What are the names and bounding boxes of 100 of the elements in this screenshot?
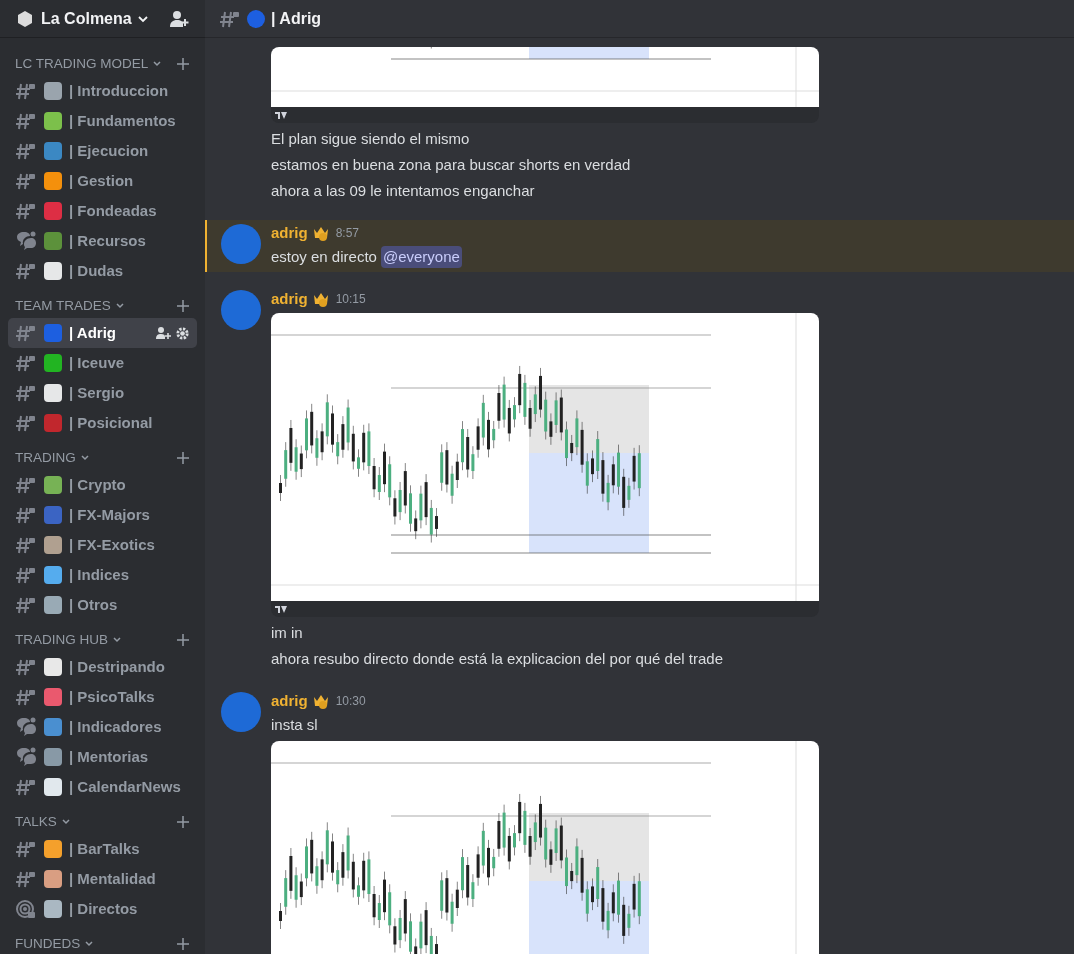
add-channel-icon[interactable] <box>177 938 189 950</box>
channel-item[interactable]: | Introduccion <box>8 76 197 106</box>
channel-item[interactable]: | Fondeadas <box>8 196 197 226</box>
add-channel-icon[interactable] <box>177 816 189 828</box>
chevron-down-icon <box>112 636 122 644</box>
chevron-down-icon <box>152 60 163 68</box>
channel-item[interactable]: | Posicional <box>8 408 197 438</box>
invite-icon[interactable] <box>155 326 171 340</box>
message-text: im in <box>271 622 303 643</box>
channel-item[interactable]: | Sergio <box>8 378 197 408</box>
chevron-down-icon <box>114 302 125 310</box>
channel-item[interactable]: | Directos <box>8 894 197 924</box>
add-member-icon[interactable] <box>169 9 189 28</box>
chart-screenshot[interactable] <box>271 313 819 601</box>
category-name[interactable]: TALKS <box>15 811 57 833</box>
channel-name: | Destripando <box>69 656 165 677</box>
author-name[interactable]: adrig <box>271 221 308 245</box>
channel-name: | FX-Exotics <box>69 534 155 555</box>
chevron-down-icon <box>79 454 90 462</box>
hashtag-icon <box>15 595 37 615</box>
hashtag-icon <box>15 261 37 281</box>
message-text: insta sl <box>271 714 318 735</box>
chart-screenshot[interactable] <box>271 741 819 954</box>
channel-item[interactable]: | PsicoTalks <box>8 682 197 712</box>
hashtag-icon <box>15 171 37 191</box>
add-channel-icon[interactable] <box>177 634 189 646</box>
hashtag-icon <box>15 141 37 161</box>
channel-title: | Adrig <box>271 8 322 29</box>
category-name[interactable]: LC TRADING MODEL <box>15 53 149 75</box>
hashtag-icon <box>15 201 37 221</box>
avatar[interactable] <box>221 692 261 732</box>
author-name[interactable]: adrig <box>271 287 308 311</box>
channel-name: | Indicadores <box>69 716 162 737</box>
channel-item[interactable]: | Adrig <box>8 318 197 348</box>
channel-name: | Otros <box>69 594 118 615</box>
author-name[interactable]: adrig <box>271 689 308 713</box>
channel-item[interactable]: | Destripando <box>8 652 197 682</box>
channel-item[interactable]: | Indicadores <box>8 712 197 742</box>
hashtag-icon <box>15 111 37 131</box>
channel-name: | Fondeadas <box>69 200 157 221</box>
avatar[interactable] <box>221 290 261 330</box>
hashtag-icon <box>15 657 37 677</box>
hashtag-icon <box>15 81 37 101</box>
category-name[interactable]: TRADING <box>15 447 76 469</box>
message-time: 10:15 <box>335 291 366 308</box>
candlestick-series <box>431 47 432 49</box>
channel-name: | CalendarNews <box>69 776 181 797</box>
mention-link[interactable]: @everyone <box>380 245 462 269</box>
channel-item[interactable]: | CalendarNews <box>8 772 197 802</box>
hashtag-icon <box>15 505 37 525</box>
message-time: 10:30 <box>335 693 366 710</box>
channel-item[interactable]: | FX-Exotics <box>8 530 197 560</box>
channel-item[interactable]: | Iceuve <box>8 348 197 378</box>
add-channel-icon[interactable] <box>177 58 189 70</box>
channel-item[interactable]: | Otros <box>8 590 197 620</box>
channel-name: | Indices <box>69 564 130 585</box>
category-name[interactable]: TEAM TRADES <box>15 295 111 317</box>
channel-item[interactable]: | Mentalidad <box>8 864 197 894</box>
add-channel-icon[interactable] <box>177 452 189 464</box>
server-name[interactable]: La Colmena <box>41 6 132 31</box>
channel-name: | BarTalks <box>69 838 140 859</box>
channel-name: | Recursos <box>69 230 146 251</box>
channel-name: | Adrig <box>69 322 116 343</box>
channel-item[interactable]: | Dudas <box>8 256 197 286</box>
hashtag-icon <box>15 777 37 797</box>
add-channel-icon[interactable] <box>177 300 189 312</box>
channel-name: | Iceuve <box>69 352 125 373</box>
message-text: estamos en buena zona para buscar shorts en verdad <box>271 154 631 175</box>
channel-item[interactable]: | Fundamentos <box>8 106 197 136</box>
channel-item[interactable]: | Mentorias <box>8 742 197 772</box>
channel-name: | Posicional <box>69 412 153 433</box>
hashtag-icon <box>15 383 37 403</box>
channel-item[interactable]: | Crypto <box>8 470 197 500</box>
chevron-down-icon <box>84 940 95 948</box>
channel-item[interactable]: | BarTalks <box>8 834 197 864</box>
channel-name: | Dudas <box>69 260 124 281</box>
logo-icon <box>275 605 287 613</box>
channel-item[interactable]: | Gestion <box>8 166 197 196</box>
hashtag-icon <box>15 475 37 495</box>
settings-icon[interactable] <box>175 325 190 341</box>
channel-item[interactable]: | Recursos <box>8 226 197 256</box>
channel-name: | PsicoTalks <box>69 686 155 707</box>
chevron-down-icon <box>60 818 71 826</box>
channel-item[interactable]: | FX-Majors <box>8 500 197 530</box>
channel-name: | FX-Majors <box>69 504 150 525</box>
channel-name: | Directos <box>69 898 138 919</box>
channel-item[interactable]: | Indices <box>8 560 197 590</box>
hashtag-icon <box>15 687 37 707</box>
channel-name: | Mentalidad <box>69 868 156 889</box>
category-name[interactable]: FUNDEDS <box>15 933 81 954</box>
message-text: El plan sigue siendo el mismo <box>271 128 470 149</box>
stage-icon <box>15 899 37 919</box>
server-icon <box>16 9 34 28</box>
category-name[interactable]: TRADING HUB <box>15 629 108 651</box>
message-time: 8:57 <box>335 225 360 242</box>
logo-icon <box>275 111 287 119</box>
channel-name: | Gestion <box>69 170 134 191</box>
channel-item[interactable]: | Ejecucion <box>8 136 197 166</box>
hashtag-icon <box>15 869 37 889</box>
chevron-down-icon[interactable] <box>136 14 149 23</box>
